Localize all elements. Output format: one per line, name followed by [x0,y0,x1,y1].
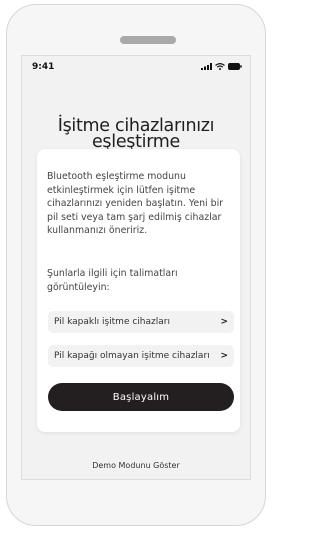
status-bar: 9:41 [22,56,250,78]
pairing-card: Bluetooth eşleştirme modunu etkinleştirm… [37,149,240,432]
page-title-line-2: eşleştirme [91,132,181,152]
start-button[interactable]: Başlayalım [48,383,234,411]
instructions-label: Şunlarla ilgili için talimatları görüntü… [47,268,178,293]
chevron-right-icon: > [220,317,228,327]
speaker-grille [120,36,176,44]
demo-mode-link[interactable]: Demo Modunu Göster [22,461,250,470]
pairing-instructions-text: Bluetooth eşleştirme modunu etkinleştirm… [47,171,224,237]
page-title: İşitme cihazlarınızı eşleştirme [22,117,250,152]
option-battery-door-devices[interactable]: Pil kapaklı işitme cihazları > [48,311,234,333]
chevron-right-icon: > [220,351,228,361]
status-time: 9:41 [32,62,55,72]
phone-screen: 9:41 İşitme cihazlarınızı eşleştirme Blu… [21,55,251,480]
status-icons [201,63,242,70]
option-label: Pil kapaklı işitme cihazları [54,317,170,327]
wifi-icon [215,63,225,70]
option-no-battery-door-devices[interactable]: Pil kapağı olmayan işitme cihazları > [48,345,234,367]
battery-icon [228,63,242,70]
signal-icon [201,63,212,70]
option-label: Pil kapağı olmayan işitme cihazları [54,351,210,361]
